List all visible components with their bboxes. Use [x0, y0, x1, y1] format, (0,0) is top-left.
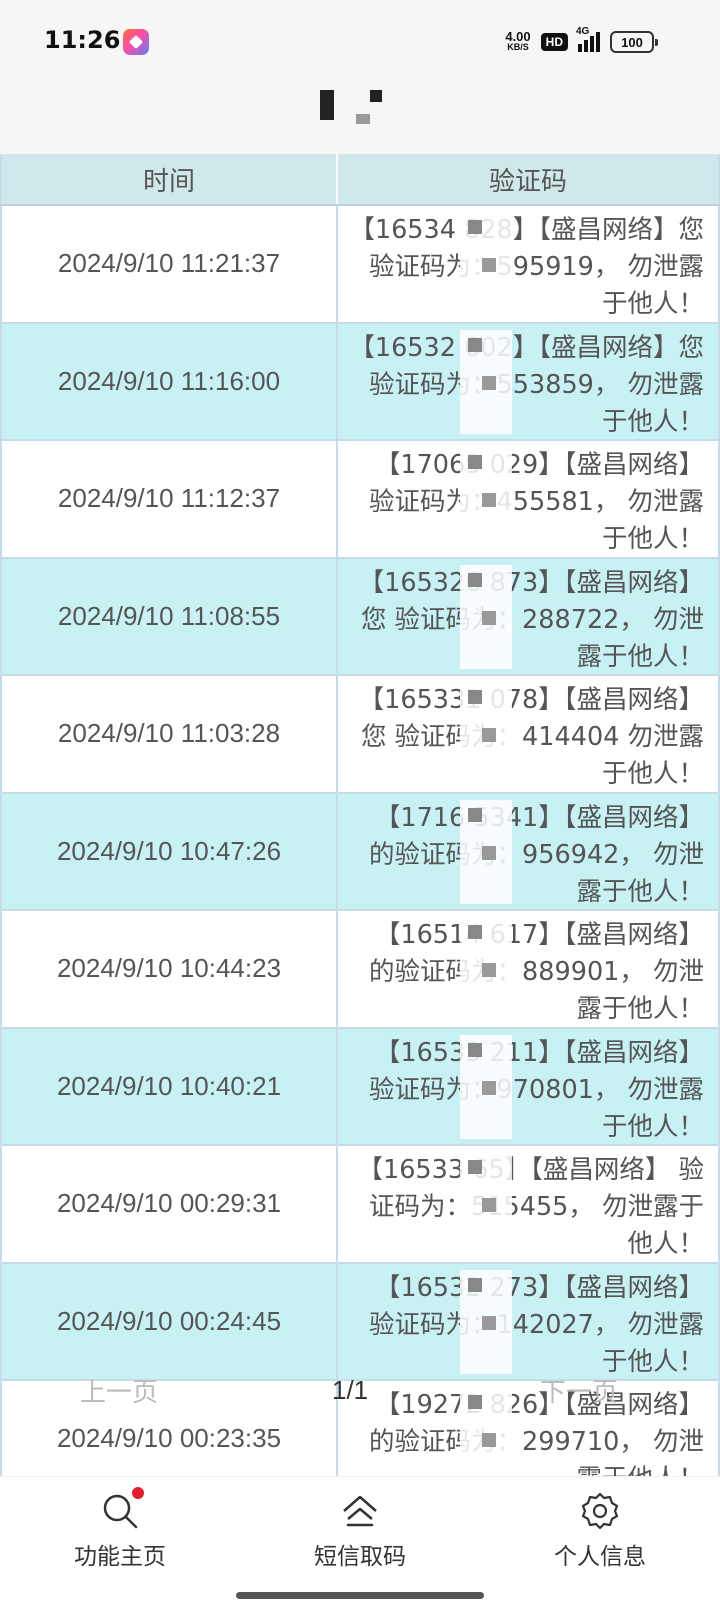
row-time: 2024/9/10 10:47:26 [2, 793, 338, 909]
row-code-text: 【16533 211】【盛昌网络】 验证码为：970801， 勿泄露于他人！ [369, 1037, 704, 1142]
table-row[interactable]: 2024/9/10 11:16:00 【16532 602】【盛昌网络】您 验证码… [0, 323, 720, 441]
row-code-text: 【16514 617】【盛昌网络】 的验证码为：889901， 勿泄露于他人！ [369, 920, 704, 1024]
row-code: 【165331 078】【盛昌网络】您 验证码为：414404 勿泄露于他人！ [338, 676, 718, 792]
bottom-nav: 功能主页 短信取码 个人信息 [0, 1476, 720, 1580]
row-time: 2024/9/10 11:08:55 [2, 558, 338, 674]
redaction-mask [460, 799, 512, 904]
row-code-text: 【16534 828】【盛昌网络】您 验证码为：595919， 勿泄露于他人！ [349, 215, 704, 319]
table-row[interactable]: 2024/9/10 11:03:28 【165331 078】【盛昌网络】您 验证… [0, 676, 720, 794]
title-bar [0, 88, 720, 154]
row-code: 【16534 828】【盛昌网络】您 验证码为：595919， 勿泄露于他人！ [338, 206, 718, 322]
redaction-mask [460, 1269, 512, 1374]
row-time: 2024/9/10 10:44:23 [2, 911, 338, 1027]
row-time: 2024/9/10 11:12:37 [2, 441, 338, 557]
obscured-title-part [370, 90, 382, 102]
row-time: 2024/9/10 00:29:31 [2, 1146, 338, 1262]
network-speed: 4.00 KB/S [505, 29, 531, 53]
notification-dot [132, 1487, 144, 1499]
table-row[interactable]: 2024/9/10 11:12:37 【17069 029】【盛昌网络】 验证码为… [0, 441, 720, 559]
row-time: 2024/9/10 11:21:37 [2, 206, 338, 322]
home-icon [343, 1495, 377, 1527]
signal-icon: 4G [576, 26, 600, 52]
redaction-mask [460, 564, 512, 669]
app-notification-icon [123, 29, 149, 55]
row-code-text: 【16533 65】【盛昌网络】 验证码为：515455， 勿泄露于他人！ [357, 1155, 704, 1259]
table-header: 时间 验证码 [0, 154, 720, 206]
obscured-title [320, 90, 334, 120]
network-type: 4G [576, 26, 590, 37]
table-row[interactable]: 2024/9/10 11:21:37 【16534 828】【盛昌网络】您 验证码… [0, 206, 720, 324]
table-row[interactable]: 2024/9/10 11:08:55 【165326 873】【盛昌网络】您 验证… [0, 558, 720, 676]
column-header-time: 时间 [2, 154, 338, 204]
next-page-button[interactable]: 下一页 [540, 1372, 618, 1409]
status-bar: 11:26 4.00 KB/S HD 4G 100 [0, 0, 720, 88]
row-time: 2024/9/10 10:40:21 [2, 1028, 338, 1144]
row-code: 【16533 65】【盛昌网络】 验证码为：515455， 勿泄露于他人！ [338, 1146, 718, 1262]
row-code-text: 【165326 873】【盛昌网络】您 验证码为：288722， 勿泄露于他人！ [358, 567, 704, 672]
nav-label: 短信取码 [314, 1544, 406, 1570]
hd-icon: HD [540, 33, 568, 51]
gear-icon [581, 1492, 619, 1530]
battery-icon: 100 [610, 31, 658, 53]
row-code: 【16533 211】【盛昌网络】 验证码为：970801， 勿泄露于他人！ [338, 1029, 718, 1145]
table-body: 2024/9/10 11:21:37 【16534 828】【盛昌网络】您 验证码… [0, 206, 720, 1476]
row-code-text: 【165331 078】【盛昌网络】您 验证码为：414404 勿泄露于他人！ [358, 685, 704, 789]
redaction-mask [460, 447, 512, 551]
column-header-code: 验证码 [488, 166, 567, 197]
nav-item-personal-info[interactable]: 个人信息 [480, 1477, 720, 1580]
row-code: 【17069 029】【盛昌网络】 验证码为：455581， 勿泄露于他人！ [338, 441, 718, 557]
table-row[interactable]: 2024/9/10 10:40:21 【16533 211】【盛昌网络】 验证码为… [0, 1028, 720, 1146]
obscured-title-part [356, 114, 370, 124]
prev-page-button[interactable]: 上一页 [80, 1372, 158, 1409]
status-indicators: 4.00 KB/S HD 4G 100 [505, 26, 658, 56]
redaction-mask [460, 917, 512, 1021]
row-code: 【16532 602】【盛昌网络】您 验证码为：553859， 勿泄露于他人！ [338, 324, 718, 440]
pager: 上一页 1/1 下一页 [0, 1360, 720, 1420]
page-indicator: 1/1 [332, 1374, 369, 1405]
row-code: 【1716 5341】【盛昌网络】 的验证码为：956942， 勿泄露于他人！ [338, 794, 718, 910]
nav-item-function-home[interactable]: 功能主页 [0, 1477, 240, 1580]
redaction-mask [460, 329, 512, 434]
row-code-text: 【16532 602】【盛昌网络】您 验证码为：553859， 勿泄露于他人！ [349, 332, 704, 437]
nav-item-sms-code[interactable]: 短信取码 [240, 1477, 480, 1580]
table-row[interactable]: 2024/9/10 10:44:23 【16514 617】【盛昌网络】 的验证码… [0, 911, 720, 1029]
nav-label: 功能主页 [74, 1544, 166, 1570]
redaction-mask [460, 682, 512, 786]
row-code: 【16514 617】【盛昌网络】 的验证码为：889901， 勿泄露于他人！ [338, 911, 718, 1027]
network-speed-value: 4.00 [505, 29, 531, 44]
redaction-mask [460, 1152, 512, 1256]
row-code: 【165326 873】【盛昌网络】您 验证码为：288722， 勿泄露于他人！ [338, 559, 718, 675]
table-row[interactable]: 2024/9/10 10:47:26 【1716 5341】【盛昌网络】 的验证码… [0, 793, 720, 911]
status-time: 11:26 [44, 26, 121, 54]
home-indicator[interactable] [236, 1592, 484, 1599]
nav-label: 个人信息 [554, 1544, 646, 1570]
row-code-text: 【17069 029】【盛昌网络】 验证码为：455581， 勿泄露于他人！ [369, 450, 704, 554]
row-code-text: 【1716 5341】【盛昌网络】 的验证码为：956942， 勿泄露于他人！ [369, 802, 704, 907]
table-row[interactable]: 2024/9/10 00:29:31 【16533 65】【盛昌网络】 验证码为：… [0, 1146, 720, 1264]
network-speed-unit: KB/S [507, 42, 529, 52]
row-time: 2024/9/10 11:03:28 [2, 676, 338, 792]
sms-code-table[interactable]: 时间 验证码 2024/9/10 11:21:37 【16534 828】【盛昌网… [0, 154, 720, 1476]
battery-level: 100 [621, 34, 643, 50]
redaction-mask [460, 1034, 512, 1139]
row-time: 2024/9/10 11:16:00 [2, 323, 338, 439]
redaction-mask [460, 212, 512, 316]
